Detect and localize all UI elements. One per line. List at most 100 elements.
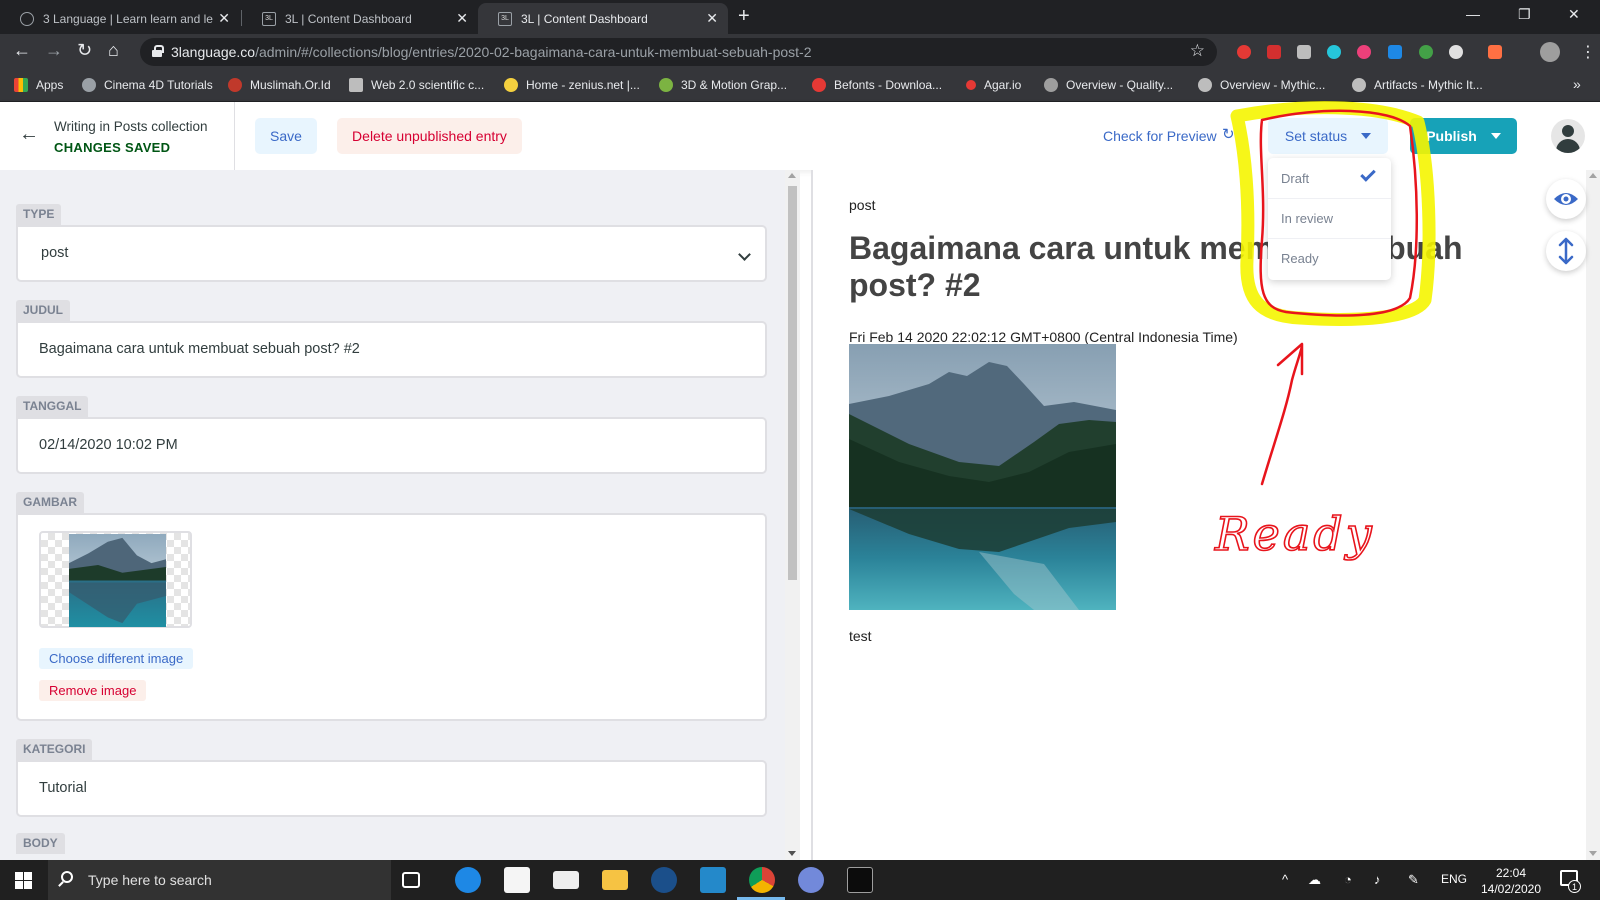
image-field: Choose different image Remove image [16,513,767,721]
wifi-icon[interactable]: ◔ [1344,872,1352,887]
close-tab-icon[interactable]: ✕ [218,10,230,27]
date-input[interactable]: 02/14/2020 10:02 PM [16,417,767,474]
publish-button[interactable]: Publish [1410,118,1517,154]
image-thumbnail[interactable] [39,531,192,628]
show-hidden-icons[interactable]: ^ [1282,872,1288,887]
volume-icon[interactable]: ♪ [1374,872,1381,887]
scroll-down-icon[interactable] [788,851,796,856]
reload-icon[interactable]: ↻ [77,40,92,61]
preview-scrollbar[interactable] [1586,170,1600,860]
browser-tab-dashboard[interactable]: 3L 3L | Content Dashboard ✕ [242,3,478,34]
new-tab-icon[interactable]: + [738,5,750,28]
toggle-preview-button[interactable] [1546,179,1586,219]
bookmark-item[interactable]: Muslimah.Or.Id [228,78,331,92]
restore-icon[interactable]: ❐ [1518,6,1531,23]
edge-icon[interactable] [455,867,481,893]
task-view-icon[interactable] [402,872,420,888]
extension-icon[interactable] [1237,45,1251,59]
address-bar[interactable]: 3language.co/admin/#/collections/blog/en… [140,38,1217,66]
chrome-menu-icon[interactable]: ⋮ [1580,42,1596,62]
body-field-label: BODY [16,833,65,854]
bookmarks-bar: Apps Cinema 4D Tutorials Muslimah.Or.Id … [0,70,1600,102]
set-status-label: Set status [1284,128,1348,144]
scroll-down-icon[interactable] [1589,851,1597,856]
pen-icon[interactable]: ✎ [1408,872,1419,888]
set-status-button[interactable]: Set status [1268,118,1388,154]
extension-icon[interactable] [1419,45,1433,59]
category-input-value: Tutorial [39,780,87,796]
check-preview-link[interactable]: Check for Preview [1103,128,1217,144]
vertical-arrows-icon [1558,237,1574,265]
onedrive-icon[interactable]: ☁ [1308,872,1321,888]
muslimah-icon [228,78,242,92]
store-icon[interactable] [504,867,530,893]
discord-icon[interactable] [798,867,824,893]
close-tab-icon[interactable]: ✕ [706,10,718,27]
scroll-up-icon[interactable] [1589,173,1597,178]
refresh-icon[interactable]: ↻ [1222,125,1235,143]
preview-pane: post Bagaimana cara untuk membuat sebuah… [813,170,1586,860]
forward-icon[interactable]: → [45,40,63,61]
avatar[interactable] [1551,119,1585,153]
extension-icon[interactable] [1449,45,1463,59]
category-input[interactable]: Tutorial [16,760,767,817]
taskbar-search-box[interactable]: Type here to search [48,860,391,900]
vscode-icon[interactable] [700,867,726,893]
windows-start-icon[interactable] [15,872,32,889]
file-explorer-icon[interactable] [602,870,628,890]
browser-tab-dashboard-active[interactable]: 3L 3L | Content Dashboard ✕ [478,3,728,34]
scrollbar-thumb[interactable] [788,186,797,580]
bookmark-item[interactable]: Home - zenius.net |... [504,78,640,92]
remove-image-button[interactable]: Remove image [39,680,147,701]
agario-icon [966,80,976,90]
tab-title: 3L | Content Dashboard [521,11,648,26]
back-icon[interactable]: ← [13,40,31,61]
save-button[interactable]: Save [255,118,317,154]
home-icon[interactable]: ⌂ [108,40,119,61]
clock[interactable]: 22:04 14/02/2020 [1478,865,1544,897]
sync-scroll-button[interactable] [1546,231,1586,271]
close-window-icon[interactable]: ✕ [1568,6,1580,23]
steam-icon[interactable] [651,867,677,893]
back-arrow-icon[interactable]: ← [19,123,39,146]
close-tab-icon[interactable]: ✕ [456,10,468,27]
terminal-icon[interactable] [847,867,873,893]
bookmark-item[interactable]: Overview - Mythic... [1198,78,1325,92]
notification-count: 1 [1568,880,1581,893]
bookmark-item[interactable]: Agar.io [966,78,1021,92]
profile-icon[interactable] [1540,42,1560,62]
choose-image-button[interactable]: Choose different image [39,648,194,669]
bookmark-item[interactable]: Web 2.0 scientific c... [349,78,484,92]
status-dropdown-menu: Draft In review Ready [1268,158,1391,280]
status-option-draft[interactable]: Draft [1268,158,1391,198]
bookmark-apps[interactable]: Apps [14,78,63,92]
delete-entry-button[interactable]: Delete unpublished entry [337,118,522,154]
browser-tab-3language[interactable]: 3 Language | Learn learn and lea ✕ [0,3,240,34]
leaf-icon [659,78,673,92]
editor-scrollbar[interactable] [785,170,800,860]
minimize-icon[interactable]: — [1466,6,1480,22]
type-select[interactable]: post [16,225,767,282]
bookmark-item[interactable]: Cinema 4D Tutorials [82,78,213,92]
bookmark-item[interactable]: Artifacts - Mythic It... [1352,78,1483,92]
extension-icon[interactable] [1488,45,1502,59]
extension-icon[interactable] [1388,45,1402,59]
bookmarks-overflow-icon[interactable]: » [1573,76,1581,92]
extension-icon[interactable] [1267,45,1281,59]
extension-icon[interactable] [1357,45,1371,59]
mail-icon[interactable] [553,871,579,889]
status-option-ready[interactable]: Ready [1268,238,1391,278]
status-option-in-review[interactable]: In review [1268,198,1391,238]
bookmark-item[interactable]: Overview - Quality... [1044,78,1173,92]
language-indicator[interactable]: ENG [1441,872,1467,886]
bookmark-item[interactable]: Befonts - Downloa... [812,78,942,92]
extension-icon[interactable] [1297,45,1311,59]
extension-icon[interactable] [1327,45,1341,59]
bookmark-star-icon[interactable]: ☆ [1190,41,1205,61]
chrome-icon[interactable] [749,867,775,893]
bookmark-item[interactable]: 3D & Motion Grap... [659,78,787,92]
type-field-label: TYPE [16,204,62,225]
scroll-up-icon[interactable] [788,173,796,178]
title-input[interactable]: Bagaimana cara untuk membuat sebuah post… [16,321,767,378]
preview-type: post [849,197,876,213]
